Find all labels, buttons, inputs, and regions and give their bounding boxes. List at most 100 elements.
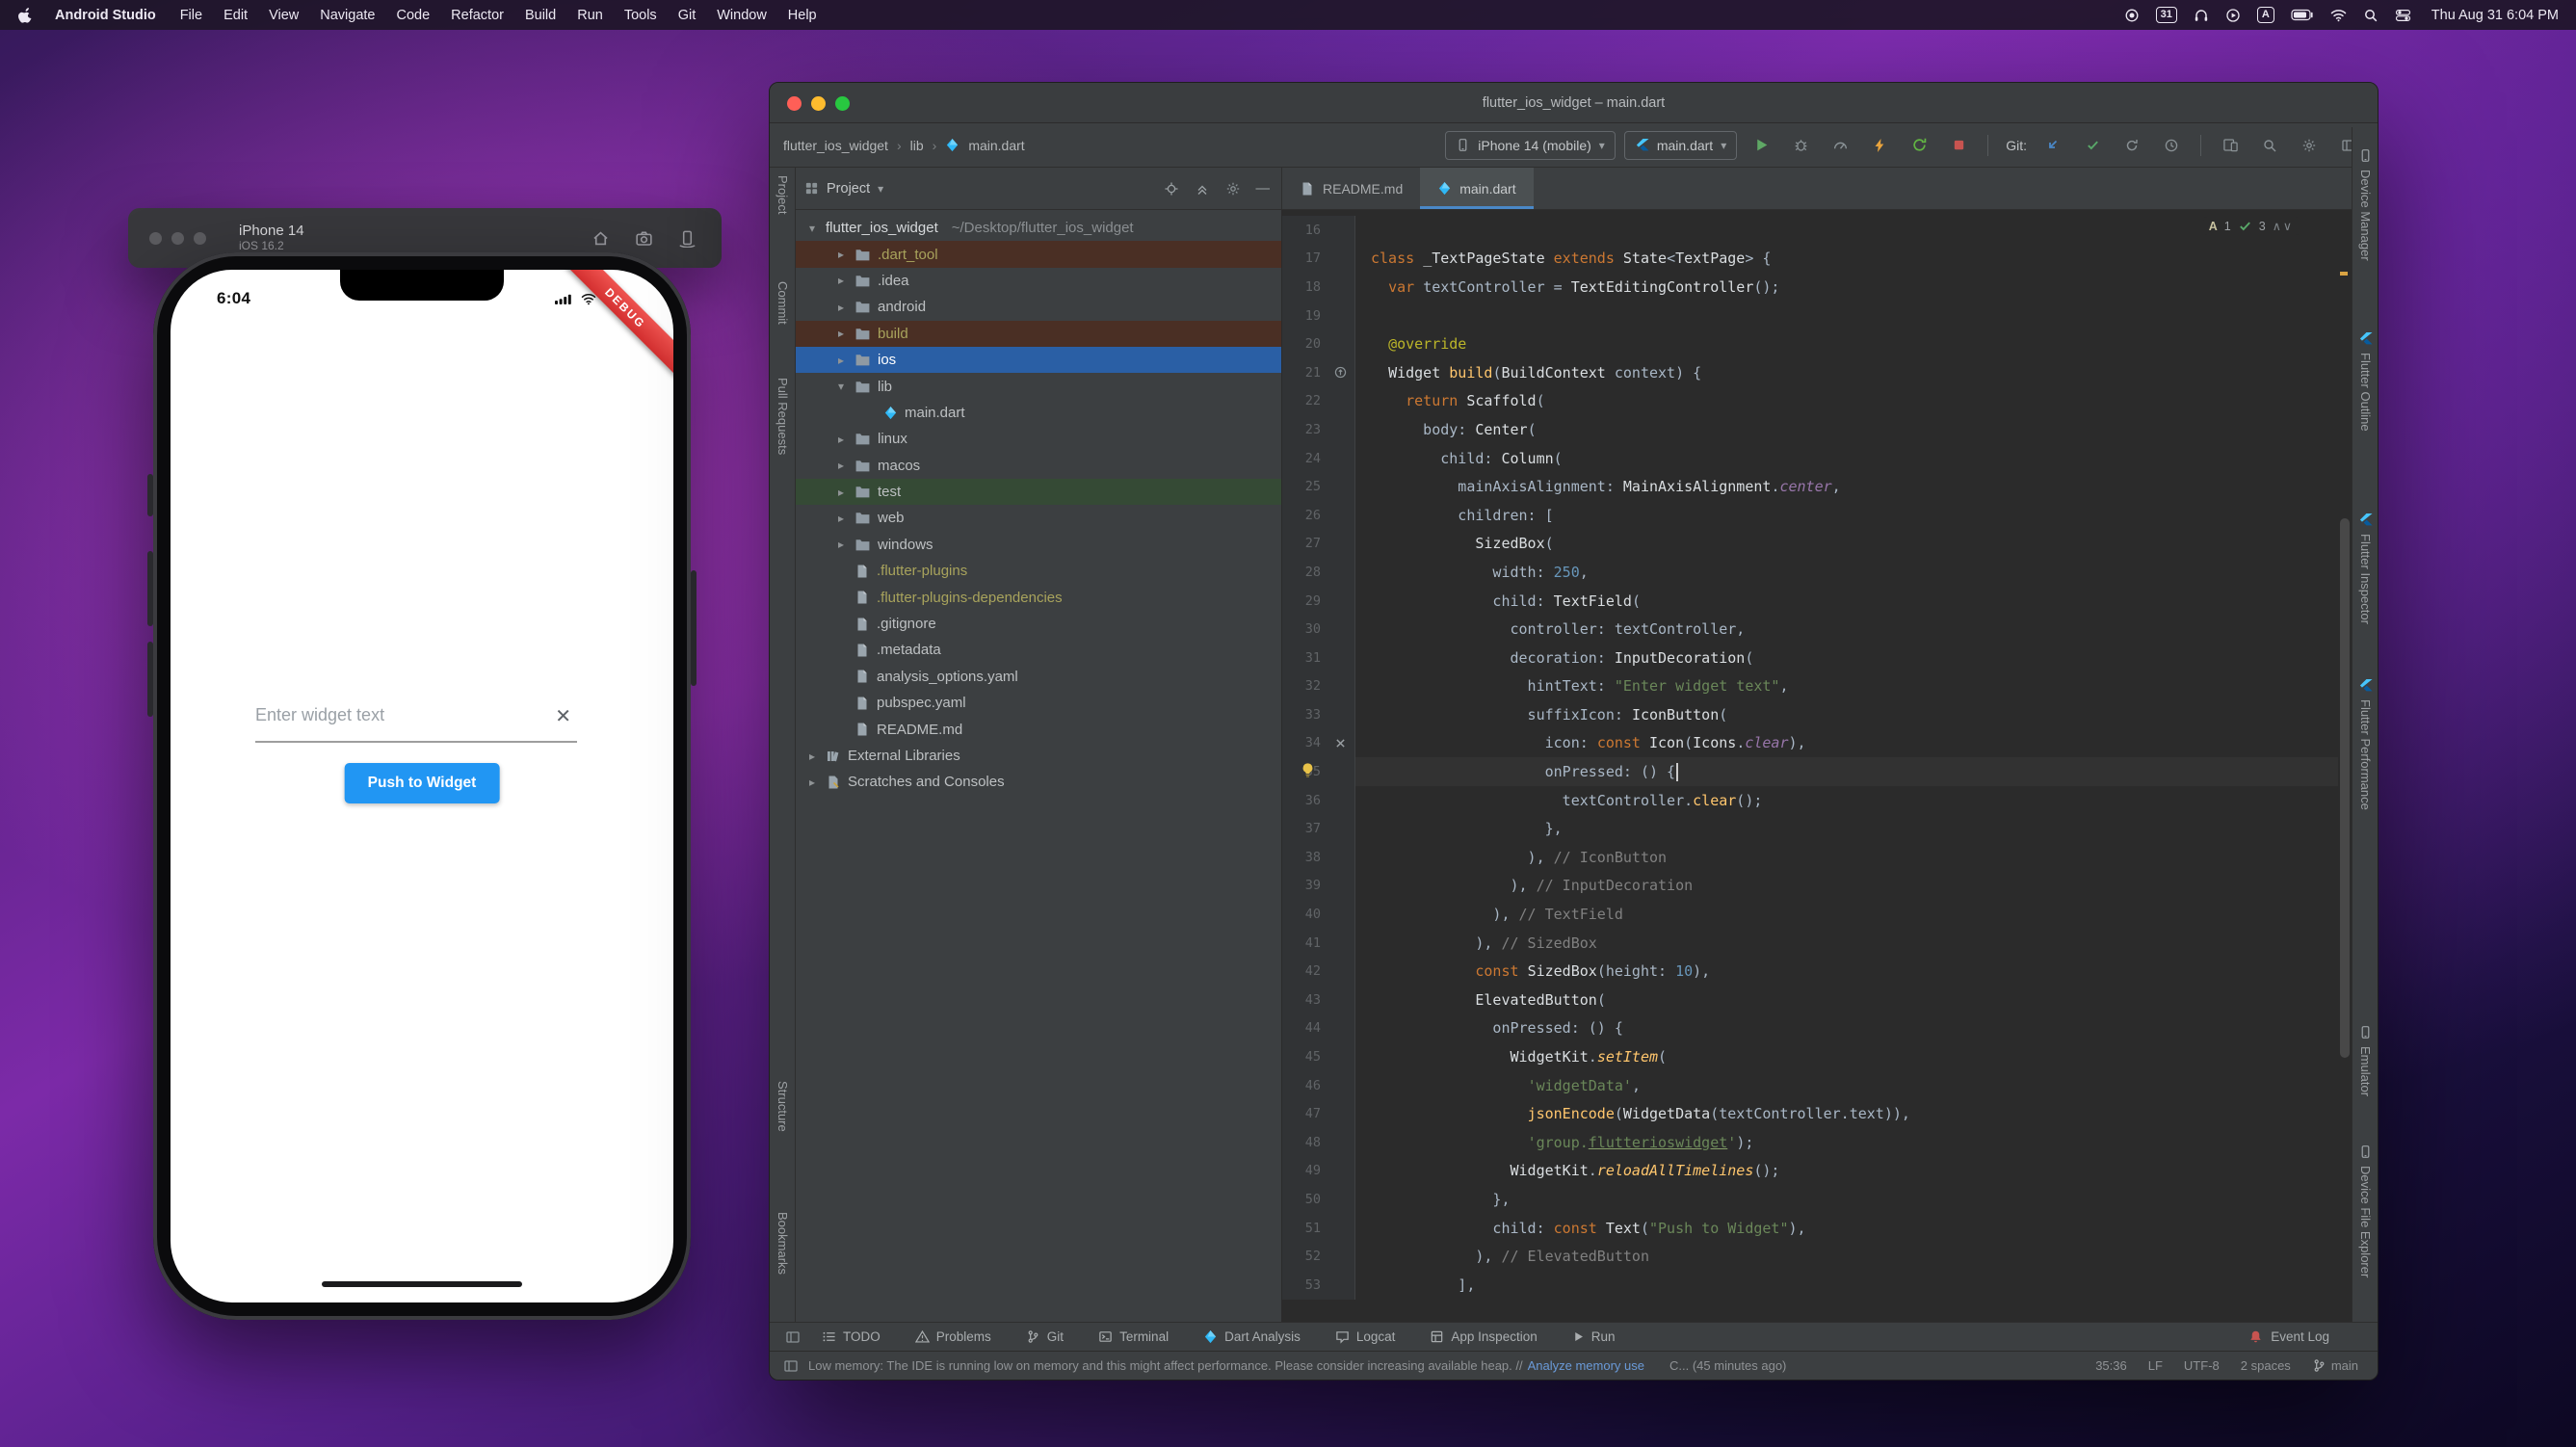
code-line[interactable]: 16 (1282, 216, 2338, 245)
tool-stripe-project[interactable]: Project (770, 175, 796, 214)
code-line[interactable]: 17 class _TextPageState extends State < Tex… (1282, 244, 2338, 274)
analyze-memory-link[interactable]: Analyze memory use (1528, 1358, 1644, 1373)
line-number[interactable]: 32 (1282, 671, 1327, 701)
hot-restart-button[interactable] (1904, 132, 1934, 159)
code-line[interactable]: 51 child: const Text("Push to Widget"), (1282, 1213, 2338, 1243)
wifi-icon[interactable] (2330, 9, 2347, 22)
menu-item-refactor[interactable]: Refactor (440, 8, 514, 23)
menu-bar-clock[interactable]: Thu Aug 31 6:04 PM (2431, 8, 2559, 23)
menu-item-help[interactable]: Help (777, 8, 828, 23)
tree-item[interactable]: ▾ flutter_ios_widget ~/Desktop/flutter_ios… (796, 215, 1281, 241)
menu-item-file[interactable]: File (170, 8, 213, 23)
tree-item[interactable]: .metadata (796, 637, 1281, 663)
code-line[interactable]: 18 var textController = TextEditingContr… (1282, 273, 2338, 302)
chevron-closed-icon[interactable]: ▸ (834, 433, 848, 446)
tree-item[interactable]: ▸ web (796, 505, 1281, 531)
chevron-closed-icon[interactable]: ▸ (834, 486, 848, 499)
line-number[interactable]: 49 (1282, 1156, 1327, 1186)
tree-item[interactable]: ▸ ios (796, 346, 1281, 374)
apple-menu-icon[interactable] (17, 7, 34, 23)
tool-stripe-flutter-outline[interactable]: Flutter Outline (2353, 331, 2378, 432)
code-line[interactable]: 40 ), // TextField (1282, 900, 2338, 929)
line-number[interactable]: 16 (1282, 216, 1327, 245)
tool-button-logcat[interactable]: Logcat (1335, 1329, 1395, 1344)
tool-stripe-flutter-performance[interactable]: Flutter Performance (2353, 678, 2378, 810)
settings-button[interactable] (2294, 132, 2325, 159)
code-line[interactable]: 39 ), // InputDecoration (1282, 871, 2338, 901)
code-line[interactable]: 38 ), // IconButton (1282, 843, 2338, 872)
code-line[interactable]: 31 decoration: InputDecoration( (1282, 643, 2338, 672)
line-number[interactable]: 38 (1282, 843, 1327, 872)
tree-item[interactable]: main.dart (796, 400, 1281, 426)
profile-button[interactable] (1825, 132, 1855, 159)
menu-item-build[interactable]: Build (514, 8, 566, 23)
chevron-closed-icon[interactable]: ▸ (834, 354, 848, 367)
line-number[interactable]: 34 (1282, 728, 1327, 758)
tree-item[interactable]: ▸ macos (796, 453, 1281, 479)
line-number[interactable]: 24 (1282, 443, 1327, 473)
screen-record-icon[interactable] (2124, 8, 2140, 23)
breadcrumb-file[interactable]: main.dart (968, 138, 1024, 153)
code-line[interactable]: 34 icon: const Icon(Icons. clear), (1282, 728, 2338, 758)
encoding-indicator[interactable]: UTF-8 (2184, 1358, 2220, 1373)
code-line[interactable]: 45 WidgetKit. setItem( (1282, 1042, 2338, 1071)
line-number[interactable]: 25 (1282, 472, 1327, 501)
keyboard-layout-status[interactable]: A (2256, 7, 2274, 23)
chevron-closed-icon[interactable]: ▸ (805, 750, 819, 763)
menu-item-code[interactable]: Code (385, 8, 440, 23)
chevron-closed-icon[interactable]: ▸ (834, 301, 848, 314)
chevron-closed-icon[interactable]: ▸ (834, 274, 848, 287)
tree-item[interactable]: ▸ build (796, 320, 1281, 347)
git-rollback-button[interactable] (2116, 132, 2147, 159)
menu-item-run[interactable]: Run (566, 8, 614, 23)
menu-item-view[interactable]: View (258, 8, 309, 23)
code-line[interactable]: 36 textController. clear (); (1282, 785, 2338, 815)
code-line[interactable]: 33 suffixIcon: IconButton( (1282, 700, 2338, 729)
code-line[interactable]: 22 return Scaffold( (1282, 386, 2338, 416)
git-update-button[interactable] (2037, 132, 2068, 159)
code-line[interactable]: 21 Widget build(BuildContext context) { (1282, 357, 2338, 387)
line-number[interactable]: 20 (1282, 329, 1327, 358)
tool-stripe-device-manager[interactable]: Device Manager (2353, 148, 2378, 261)
simulator-window-controls[interactable] (149, 231, 206, 245)
breadcrumb-project[interactable]: flutter_ios_widget (783, 138, 888, 153)
simulator-screenshot-icon[interactable] (635, 229, 653, 248)
code-line[interactable]: 52 ), // ElevatedButton (1282, 1242, 2338, 1271)
battery-icon[interactable] (2291, 9, 2314, 21)
run-button[interactable] (1746, 132, 1776, 159)
line-number[interactable]: 52 (1282, 1242, 1327, 1271)
line-number[interactable]: 22 (1282, 386, 1327, 416)
home-indicator[interactable] (322, 1281, 522, 1287)
code-line[interactable]: 25 mainAxisAlignment: MainAxisAlignment.… (1282, 472, 2338, 501)
maximize-window-icon[interactable] (835, 95, 850, 111)
search-everywhere-button[interactable] (2254, 132, 2285, 159)
inspection-widget[interactable]: A 1 3 ∧∨ (2202, 217, 2300, 235)
tool-stripe-structure[interactable]: Structure (770, 1081, 796, 1132)
line-number[interactable]: 53 (1282, 1270, 1327, 1300)
code-line[interactable]: 29 child: TextField( (1282, 586, 2338, 616)
studio-titlebar[interactable]: flutter_ios_widget – main.dart (770, 83, 2378, 123)
line-number[interactable]: 21 (1282, 357, 1327, 387)
select-opened-file-icon[interactable] (1164, 181, 1179, 197)
code-line[interactable]: 46 'widgetData', (1282, 1070, 2338, 1100)
tree-item[interactable]: ▸ android (796, 294, 1281, 320)
tree-item[interactable]: README.md (796, 716, 1281, 742)
tool-stripe-pull-requests[interactable]: Pull Requests (770, 378, 796, 455)
tree-item[interactable]: .flutter-plugins-dependencies (796, 584, 1281, 610)
line-number[interactable]: 48 (1282, 1128, 1327, 1157)
chevron-open-icon[interactable]: ▾ (834, 380, 848, 393)
editor-scrollbar[interactable] (2340, 518, 2350, 1058)
code-line[interactable]: 37 }, (1282, 814, 2338, 844)
line-number[interactable]: 51 (1282, 1213, 1327, 1243)
line-number[interactable]: 40 (1282, 900, 1327, 929)
code-line[interactable]: 42 const SizedBox (height: 10), (1282, 957, 2338, 987)
editor-tab-main.dart[interactable]: main.dart (1420, 168, 1534, 209)
inspection-nav-icons[interactable]: ∧∨ (2273, 219, 2294, 233)
line-number[interactable]: 33 (1282, 700, 1327, 729)
tool-button-todo[interactable]: TODO (822, 1329, 881, 1344)
code-line[interactable]: 49 WidgetKit. reloadAllTimelines (); (1282, 1156, 2338, 1186)
chevron-closed-icon[interactable]: ▸ (834, 248, 848, 261)
chevron-closed-icon[interactable]: ▸ (834, 538, 848, 551)
line-number[interactable]: 27 (1282, 529, 1327, 559)
line-number[interactable]: 19 (1282, 301, 1327, 330)
